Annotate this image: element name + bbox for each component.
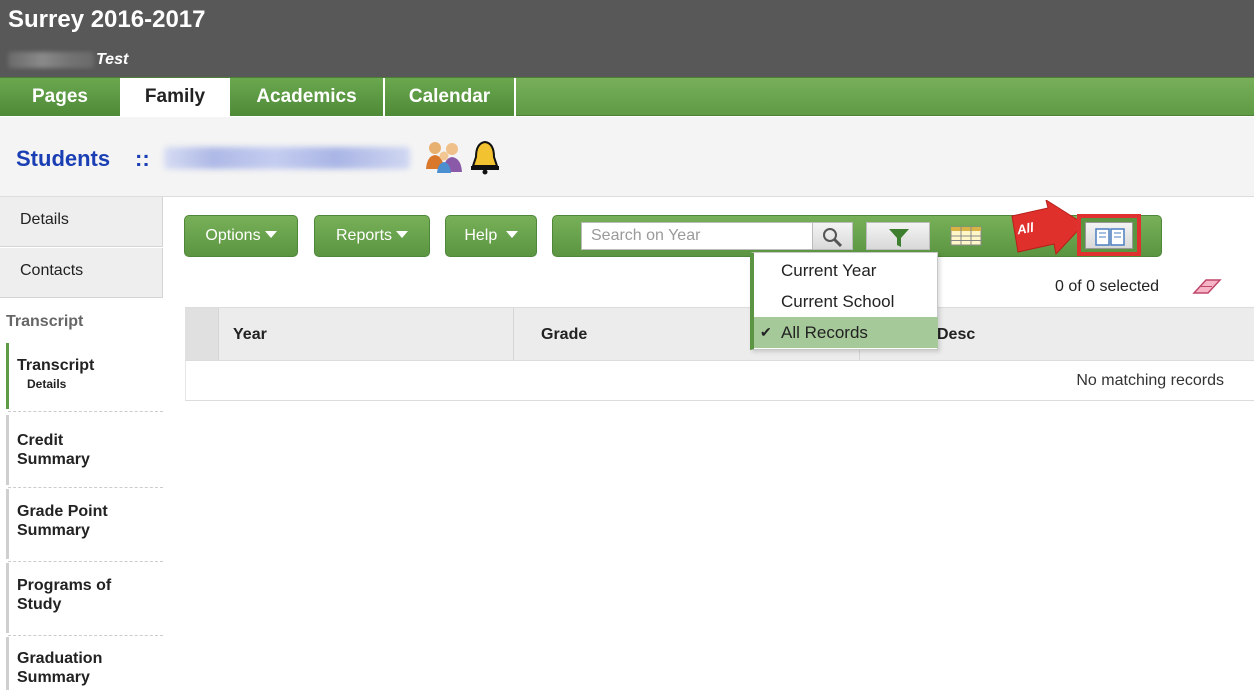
- menu-item-current-school[interactable]: Current School: [754, 286, 938, 317]
- search-input[interactable]: [581, 222, 813, 250]
- help-button-label: Help: [464, 227, 498, 244]
- sidenav-item-grade-point-summary[interactable]: Grade Point Summary: [6, 489, 136, 559]
- callout-label: All: [1015, 219, 1035, 238]
- sidenav-item-label: Transcript: [17, 357, 95, 374]
- divider: [8, 635, 163, 636]
- sidenav-contacts[interactable]: Contacts: [0, 248, 163, 298]
- page: Surrey 2016-2017 Test Pages Family Acade…: [0, 0, 1254, 690]
- select-all-column[interactable]: [185, 308, 219, 360]
- sidenav-item-transcript[interactable]: Transcript Details: [6, 343, 163, 409]
- top-tab-bar: Pages Family Academics Calendar: [0, 77, 1254, 117]
- app-title: Surrey 2016-2017: [8, 6, 206, 33]
- selection-count: 0 of 0 selected: [1055, 278, 1160, 295]
- search-icon: [823, 228, 843, 248]
- sidenav-item-credit-summary[interactable]: Credit Summary: [6, 415, 126, 485]
- chevron-down-icon: [396, 231, 409, 238]
- book-icon: [1095, 228, 1125, 246]
- filter-icon: [889, 229, 909, 247]
- filter-button[interactable]: [866, 222, 930, 250]
- chevron-down-icon: [505, 231, 518, 238]
- reports-button[interactable]: Reports: [314, 215, 430, 257]
- book-button[interactable]: [1085, 222, 1133, 249]
- sidenav-item-programs-of-study[interactable]: Programs of Study: [6, 563, 136, 633]
- column-header-desc[interactable]: Desc: [937, 326, 975, 344]
- table-header: Year Grade Desc: [185, 307, 1254, 361]
- sidenav-item-graduation-summary[interactable]: Graduation Summary: [6, 637, 136, 690]
- divider: [8, 561, 163, 562]
- reports-button-label: Reports: [335, 227, 393, 244]
- breadcrumb-students-link[interactable]: Students: [16, 146, 110, 172]
- column-header-year[interactable]: Year: [233, 326, 267, 344]
- side-navigation: Details Contacts Transcript Transcript D…: [0, 197, 163, 690]
- sidenav-item-sublabel: Details: [27, 377, 67, 391]
- help-button[interactable]: Help: [445, 215, 537, 257]
- user-label: Test: [96, 51, 129, 68]
- options-button-label: Options: [205, 227, 261, 244]
- search-button[interactable]: [813, 222, 853, 250]
- bell-icon[interactable]: [468, 139, 502, 175]
- options-button[interactable]: Options: [184, 215, 298, 257]
- tab-calendar[interactable]: Calendar: [385, 78, 516, 116]
- chevron-down-icon: [264, 231, 277, 238]
- menu-item-all-records[interactable]: ✔ All Records: [754, 317, 938, 348]
- divider: [8, 487, 163, 488]
- divider: [8, 411, 163, 412]
- breadcrumb-separator: ::: [135, 146, 150, 171]
- tab-pages[interactable]: Pages: [0, 78, 122, 116]
- tab-family[interactable]: Family: [122, 78, 230, 117]
- check-icon: ✔: [760, 324, 772, 340]
- tab-academics[interactable]: Academics: [230, 78, 385, 116]
- user-name-blurred: [8, 52, 94, 68]
- sidenav-section-label: Transcript: [6, 313, 84, 330]
- app-header: Surrey 2016-2017 Test: [0, 0, 1254, 77]
- eraser-icon[interactable]: [1190, 277, 1224, 297]
- grid-icon[interactable]: [946, 222, 986, 250]
- breadcrumb: Students ::: [0, 117, 1254, 197]
- menu-item-label: All Records: [781, 323, 868, 342]
- divider: [513, 308, 514, 360]
- column-header-grade[interactable]: Grade: [541, 326, 587, 344]
- menu-item-current-year[interactable]: Current Year: [754, 255, 938, 286]
- student-name-blurred: [164, 147, 410, 169]
- empty-table-message: No matching records: [1076, 372, 1224, 389]
- filter-dropdown-menu: Current Year Current School ✔ All Record…: [750, 252, 938, 350]
- family-icon[interactable]: [425, 139, 463, 175]
- sidenav-details[interactable]: Details: [0, 197, 163, 247]
- table-body: No matching records: [185, 361, 1254, 401]
